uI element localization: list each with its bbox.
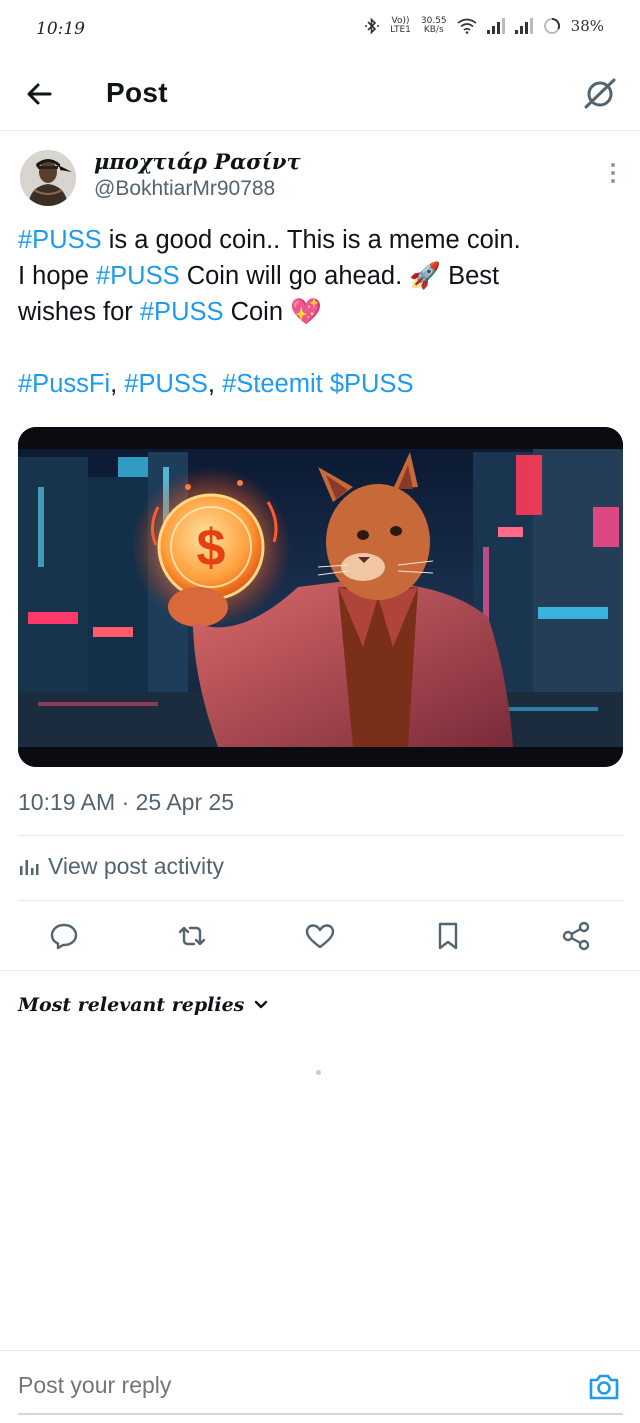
hashtag-link-pussfi[interactable]: #PussFi xyxy=(18,370,110,398)
status-icons: Vo)) LTE1 30.55 KB/s 38% xyxy=(364,17,604,35)
hashtag-link[interactable]: #PUSS xyxy=(18,226,102,254)
share-button[interactable] xyxy=(552,912,600,960)
hashtag-link[interactable]: #PUSS xyxy=(96,262,180,290)
arrow-left-icon xyxy=(27,83,52,105)
network-speed-unit: KB/s xyxy=(423,25,444,35)
divider xyxy=(18,835,623,836)
signal-icon-1 xyxy=(486,18,505,34)
bookmark-button[interactable] xyxy=(424,912,472,960)
post-text-separator: , xyxy=(110,370,125,398)
post-text-segment: wishes for xyxy=(18,298,140,326)
page-title: Post xyxy=(106,77,168,108)
like-icon xyxy=(305,924,335,949)
post-text-segment: is a good coin.. This is a meme coin. xyxy=(101,226,521,254)
divider xyxy=(18,900,623,901)
post-text-segment: I hope xyxy=(18,262,96,290)
chevron-down-icon xyxy=(255,1000,268,1009)
status-bar: 10:19 Vo)) LTE1 30.55 KB/s 38% xyxy=(0,0,640,60)
divider xyxy=(0,970,640,971)
view-post-activity-label: View post activity xyxy=(48,853,224,879)
author-handle[interactable]: @BokhtiarMr90788 xyxy=(94,177,275,201)
post-line-1: #PUSS is a good coin.. This is a meme co… xyxy=(18,222,618,258)
like-button[interactable] xyxy=(296,912,344,960)
bar-chart-icon xyxy=(20,859,39,875)
post-tags-line: #PussFi, #PUSS, #Steemit $PUSS xyxy=(18,366,618,402)
post-image[interactable]: $ xyxy=(18,427,623,767)
battery-percent: 38% xyxy=(570,17,604,35)
post-text-separator: , xyxy=(207,370,223,398)
avatar[interactable] xyxy=(20,150,76,206)
network-type: Vo)) LTE1 xyxy=(390,17,411,35)
reply-button[interactable] xyxy=(40,912,88,960)
reply-input[interactable] xyxy=(18,1372,538,1399)
cat-coin-illustration: $ xyxy=(18,427,623,767)
reply-input-underline xyxy=(18,1413,623,1415)
camera-button[interactable] xyxy=(587,1370,621,1404)
post-text-segment: Coin 💖 xyxy=(223,298,322,326)
hashtag-link-steemit[interactable]: #Steemit xyxy=(222,370,323,398)
share-icon xyxy=(562,921,590,951)
repost-icon xyxy=(178,926,206,946)
network-label-bottom: LTE1 xyxy=(390,25,411,35)
signal-icon-2 xyxy=(514,18,533,34)
reply-icon xyxy=(50,923,78,950)
more-options-button[interactable] xyxy=(608,162,618,184)
grok-icon xyxy=(584,78,616,109)
network-speed: 30.55 KB/s xyxy=(421,17,447,35)
camera-icon xyxy=(589,1374,619,1400)
more-vertical-icon xyxy=(611,163,615,183)
status-time: 10:19 xyxy=(36,19,85,39)
cashtag-link-puss[interactable]: $PUSS xyxy=(330,370,414,398)
view-post-activity-link[interactable]: View post activity xyxy=(18,853,224,880)
post-line-2: I hope #PUSS Coin will go ahead. 🚀 Best xyxy=(18,258,618,294)
coin-symbol: $ xyxy=(197,519,226,577)
post-text-separator xyxy=(323,370,330,398)
repost-button[interactable] xyxy=(168,912,216,960)
author-name[interactable]: μποχτιάρ Ρασίντ xyxy=(94,149,301,174)
loading-indicator xyxy=(316,1070,321,1075)
post-line-3: wishes for #PUSS Coin 💖 xyxy=(18,294,618,330)
top-app-bar: Post xyxy=(0,60,640,131)
replies-sort-label: Most relevant replies xyxy=(18,994,245,1016)
post-text-segment: Coin will go ahead. 🚀 Best xyxy=(179,262,500,290)
wifi-icon xyxy=(457,18,477,34)
post-actions-bar xyxy=(0,912,640,960)
bluetooth-icon xyxy=(365,17,380,35)
hashtag-link-puss[interactable]: #PUSS xyxy=(124,370,208,398)
replies-sort-dropdown[interactable]: Most relevant replies xyxy=(18,994,270,1016)
battery-icon xyxy=(543,18,560,34)
avatar-image xyxy=(20,150,76,206)
grok-button[interactable] xyxy=(580,74,620,114)
back-button[interactable] xyxy=(20,74,60,114)
post-text: #PUSS is a good coin.. This is a meme co… xyxy=(18,222,618,402)
bookmark-icon xyxy=(438,922,458,950)
post-timestamp: 10:19 AM · 25 Apr 25 xyxy=(18,789,235,815)
hashtag-link[interactable]: #PUSS xyxy=(140,298,224,326)
